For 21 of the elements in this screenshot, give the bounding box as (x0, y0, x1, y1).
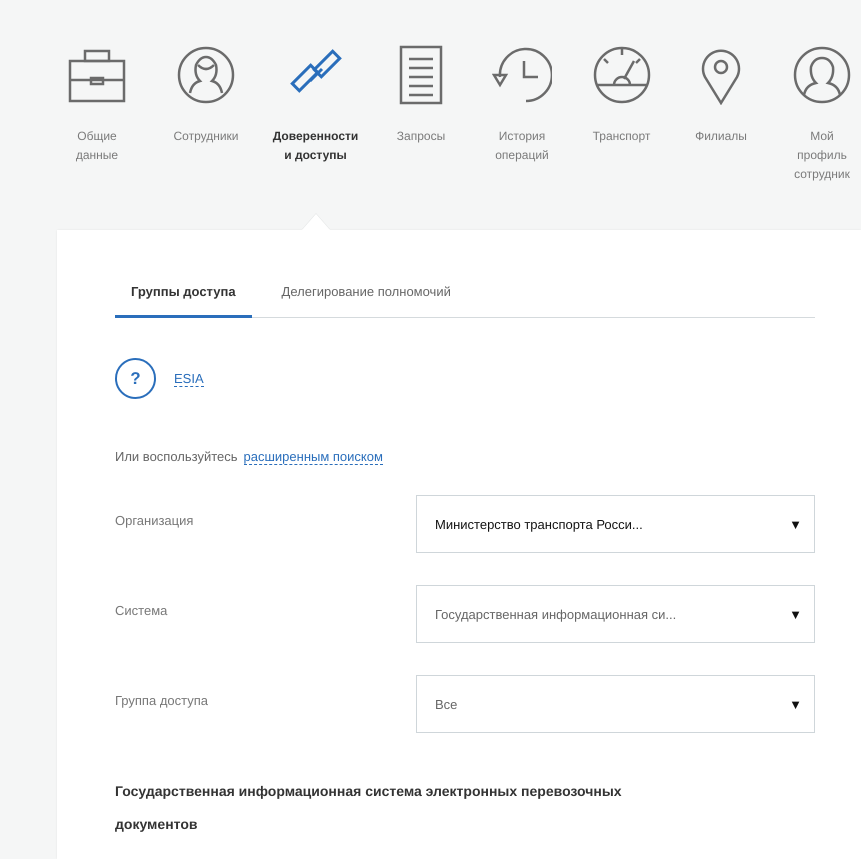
advanced-search-link[interactable]: расширенным поиском (244, 449, 383, 465)
dropdown[interactable]: Министерство транспорта Росси... ▼ (416, 495, 815, 553)
esia-link[interactable]: ESIA (174, 370, 204, 386)
dropdown[interactable]: Все ▼ (416, 675, 815, 733)
field-label: Группа доступа (115, 692, 209, 708)
nav-item[interactable]: Филиалы (695, 127, 747, 146)
field-label: Система (115, 602, 168, 618)
help-icon[interactable]: ? (115, 358, 156, 399)
nav-item[interactable]: Общие данные (76, 127, 118, 165)
hint-text: Или воспользуйтесь (115, 449, 238, 464)
tab[interactable]: Группы доступа (115, 240, 252, 318)
nav-item[interactable]: История операций (495, 127, 549, 165)
tab[interactable]: Делегирование полномочий (266, 240, 467, 318)
nav-item[interactable]: Мой профиль сотрудник (794, 127, 850, 184)
field-label: Организация (115, 512, 194, 528)
nav-item[interactable]: Транспорт (592, 127, 650, 146)
dropdown[interactable]: Государственная информационная си... ▼ (416, 585, 815, 643)
section-title: Государственная информационная система электронных перевозочных документов (115, 782, 623, 834)
nav-item[interactable]: Доверенности и доступы (272, 127, 358, 165)
nav-item[interactable]: Запросы (396, 127, 446, 146)
nav-item[interactable]: Сотрудники (174, 127, 238, 146)
